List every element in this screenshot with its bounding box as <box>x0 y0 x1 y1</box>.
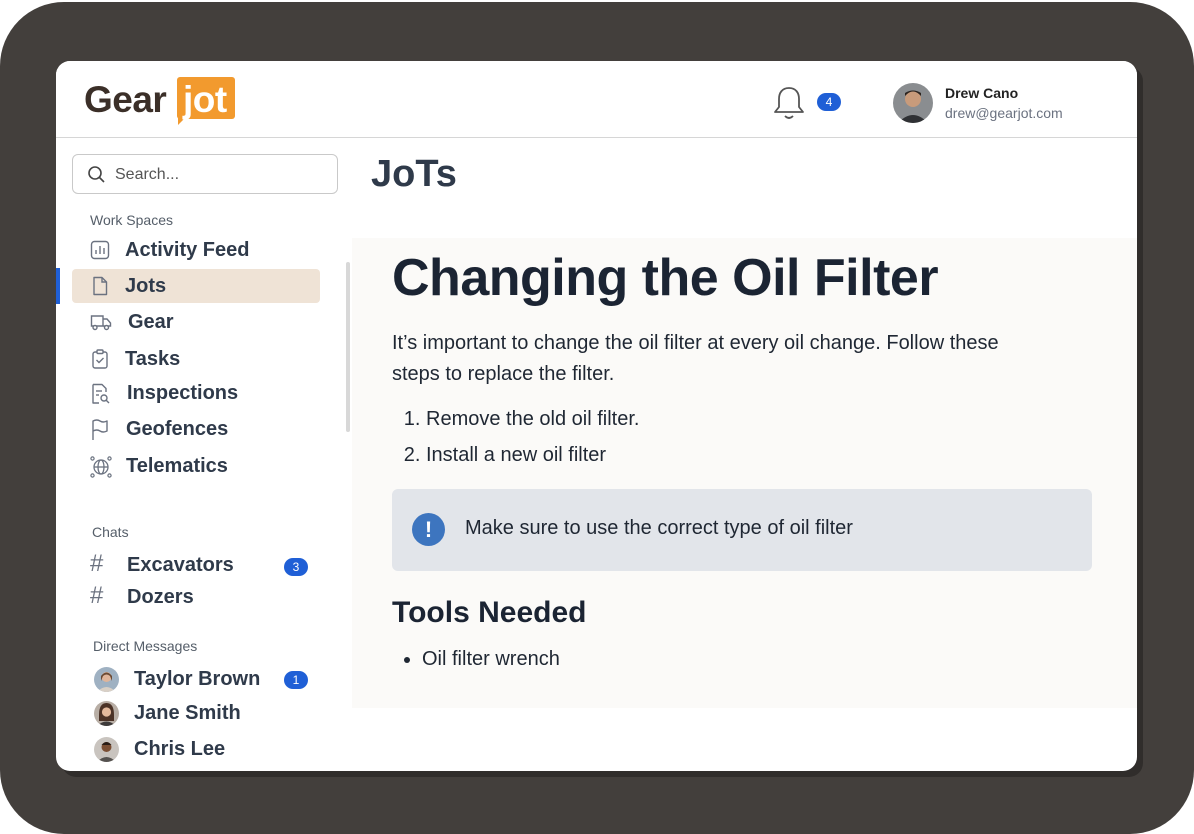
bell-icon[interactable] <box>772 85 806 121</box>
dm-item-chris-lee[interactable]: Chris Lee <box>72 734 332 764</box>
chats-label: Chats <box>92 524 129 540</box>
sidebar-item-label: Geofences <box>126 418 229 440</box>
globe-network-icon <box>90 456 112 478</box>
avatar <box>94 701 119 726</box>
sidebar-item-geofences[interactable]: Geofences <box>72 412 320 446</box>
sidebar-item-jots[interactable]: Jots <box>72 269 320 303</box>
direct-messages-label: Direct Messages <box>93 638 198 654</box>
hash-icon: # <box>90 582 104 609</box>
list-item: Install a new oil filter <box>426 437 639 473</box>
search-input[interactable] <box>113 163 327 187</box>
workspaces-label: Work Spaces <box>90 212 173 228</box>
sidebar-scrollbar[interactable] <box>346 262 350 432</box>
logo-jot-text: jot <box>183 79 227 120</box>
user-email: drew@gearjot.com <box>945 105 1063 121</box>
dm-item-label: Taylor Brown <box>134 668 261 690</box>
dm-item-label: Chris Lee <box>134 738 226 760</box>
sidebar-item-telematics[interactable]: Telematics <box>72 449 320 483</box>
sidebar-item-label: Telematics <box>126 455 228 477</box>
dm-item-label: Jane Smith <box>134 702 241 724</box>
sidebar-item-label: Jots <box>125 275 167 297</box>
page-title: JoTs <box>371 153 457 195</box>
document-heading: Changing the Oil Filter <box>392 249 939 307</box>
avatar <box>94 667 119 692</box>
sidebar-item-label: Inspections <box>127 382 239 404</box>
active-indicator <box>56 268 60 304</box>
bar-chart-icon <box>90 240 110 260</box>
sidebar-item-label: Activity Feed <box>125 239 250 261</box>
hash-icon: # <box>90 550 104 577</box>
top-bar: Gear jot 4 Drew Cano drew@gearjot.com <box>56 61 1137 138</box>
chat-item-dozers[interactable]: # Dozers <box>72 582 332 612</box>
callout-box: ! Make sure to use the correct type of o… <box>392 489 1092 571</box>
user-name: Drew Cano <box>945 85 1019 101</box>
notification-badge: 4 <box>817 93 841 111</box>
inspection-search-icon <box>92 383 110 404</box>
flag-icon <box>92 419 108 440</box>
chat-item-excavators[interactable]: # Excavators 3 <box>72 550 332 580</box>
sidebar-item-inspections[interactable]: Inspections <box>72 376 320 410</box>
chat-item-label: Excavators <box>127 554 234 576</box>
app-window: Gear jot 4 Drew Cano drew@gearjot.com Se… <box>56 61 1137 771</box>
steps-list: Remove the old oil filter. Install a new… <box>392 401 639 473</box>
unread-badge: 1 <box>284 671 308 689</box>
truck-icon <box>90 315 112 331</box>
list-item: Oil filter wrench <box>422 648 560 671</box>
jot-document: Changing the Oil Filter It’s important t… <box>352 238 1137 708</box>
sidebar-item-label: Gear <box>128 311 174 333</box>
sidebar-item-gear[interactable]: Gear <box>72 305 320 339</box>
document-icon <box>93 276 108 296</box>
document-intro: It’s important to change the oil filter … <box>392 332 999 385</box>
list-item: Remove the old oil filter. <box>426 401 639 437</box>
unread-badge: 3 <box>284 558 308 576</box>
sidebar-item-label: Tasks <box>125 348 181 370</box>
sidebar-item-activity-feed[interactable]: Activity Feed <box>72 233 320 267</box>
clipboard-check-icon <box>92 349 108 369</box>
tools-list: Oil filter wrench <box>392 648 560 671</box>
callout-text: Make sure to use the correct type of oil… <box>465 517 853 539</box>
avatar <box>94 737 119 762</box>
sidebar-item-tasks[interactable]: Tasks <box>72 342 320 376</box>
tools-heading: Tools Needed <box>392 596 587 629</box>
exclamation-icon: ! <box>412 513 445 546</box>
user-avatar[interactable] <box>893 83 933 123</box>
chat-item-label: Dozers <box>127 586 194 608</box>
logo-gear-text: Gear <box>84 79 167 120</box>
dm-item-jane-smith[interactable]: Jane Smith <box>72 698 332 728</box>
search-icon <box>88 166 105 183</box>
dm-item-taylor-brown[interactable]: Taylor Brown 1 <box>72 664 332 694</box>
search-box[interactable] <box>72 154 338 194</box>
